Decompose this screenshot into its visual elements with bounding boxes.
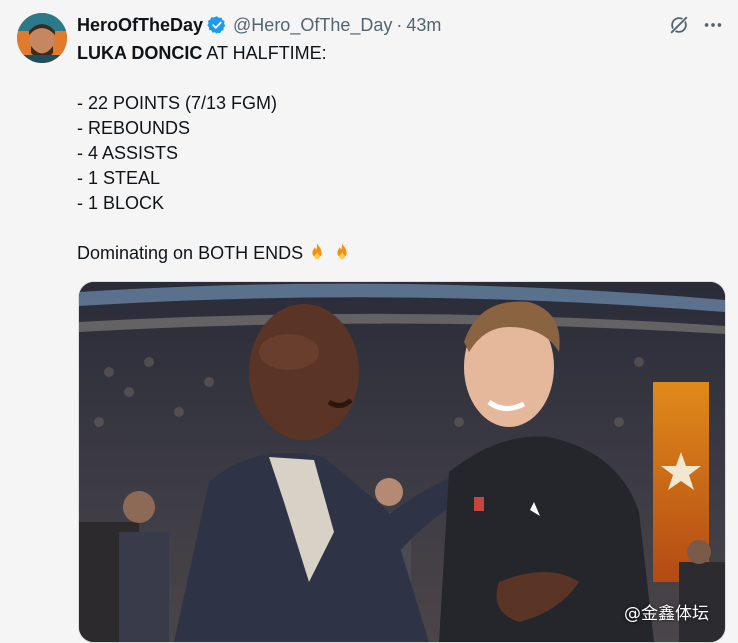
author-avatar[interactable] — [17, 13, 67, 63]
avatar-image — [17, 13, 67, 63]
tweet-card[interactable]: HeroOfTheDay @Hero_OfThe_Day · 43m LUKA … — [0, 0, 738, 643]
tweet-text: LUKA DONCIC AT HALFTIME: - 22 POINTS (7/… — [77, 41, 717, 266]
verified-badge-icon — [207, 15, 227, 35]
tweet-closing: Dominating on BOTH ENDS — [77, 241, 717, 266]
tweet-headline: LUKA DONCIC AT HALFTIME: — [77, 41, 717, 66]
photo-watermark: @金鑫体坛 — [624, 604, 709, 624]
tweet-timestamp[interactable]: 43m — [406, 15, 441, 36]
photo-arena-scene — [79, 282, 725, 642]
stat-line: - 4 ASSISTS — [77, 143, 179, 163]
more-options-icon[interactable] — [702, 14, 724, 36]
headline-rest: AT HALFTIME: — [202, 43, 327, 63]
closing-text: Dominating on BOTH ENDS — [77, 243, 304, 263]
headline-bold: LUKA DONCIC — [77, 43, 203, 63]
grok-icon[interactable] — [668, 14, 690, 36]
author-handle[interactable]: @Hero_OfThe_Day — [233, 15, 392, 36]
tweet-header: HeroOfTheDay @Hero_OfThe_Day · 43m — [77, 13, 441, 37]
stat-line: - 1 STEAL — [77, 168, 161, 188]
tweet-photo[interactable]: @金鑫体坛 — [78, 281, 726, 643]
stat-line: - 22 POINTS (7/13 FGM) — [77, 93, 278, 113]
header-separator: · — [396, 14, 403, 35]
fire-emoji-icon — [331, 241, 353, 263]
fire-emoji-icon — [306, 241, 328, 263]
author-display-name[interactable]: HeroOfTheDay — [77, 15, 203, 36]
stat-line: - 1 BLOCK — [77, 193, 165, 213]
stat-line: - REBOUNDS — [77, 118, 191, 138]
